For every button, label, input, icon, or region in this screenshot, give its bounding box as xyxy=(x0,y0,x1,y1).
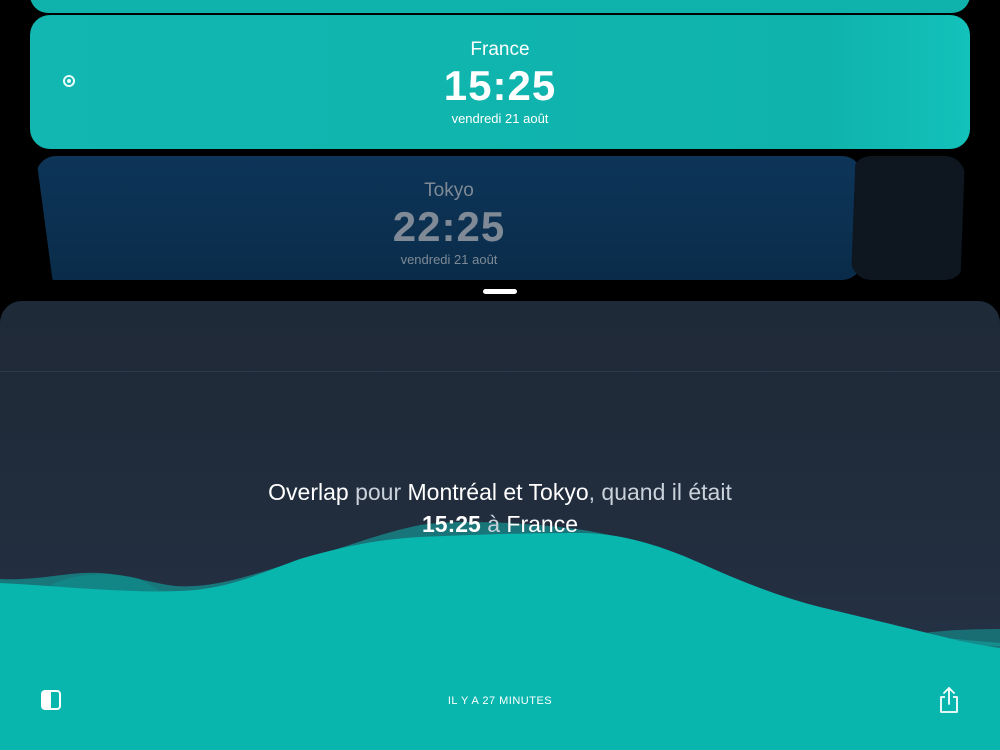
city-date: vendredi 21 août xyxy=(400,252,498,267)
share-icon[interactable] xyxy=(937,686,961,714)
city-time: 15:25 xyxy=(443,62,557,109)
overlap-text-pour: pour xyxy=(348,479,408,505)
radio-dot-icon[interactable] xyxy=(63,75,75,87)
overlap-text-quand: , quand il était xyxy=(588,479,732,505)
city-time: 22:25 xyxy=(392,203,506,250)
next-clock-card[interactable] xyxy=(851,156,965,280)
last-updated-label: IL Y A 27 MINUTES xyxy=(447,695,553,707)
clock-card-france[interactable]: France 15:25 vendredi 21 août xyxy=(30,15,970,149)
overlap-cities: Montréal et Tokyo xyxy=(407,479,589,505)
overlap-panel: Overlap pour Montréal et Tokyo, quand il… xyxy=(0,301,1000,750)
city-date: vendredi 21 août xyxy=(451,111,549,126)
drag-handle[interactable] xyxy=(483,289,517,294)
clock-card-tokyo[interactable]: Tokyo 22:25 vendredi 21 août xyxy=(36,156,862,280)
city-name: France xyxy=(470,39,530,60)
overlap-place: France xyxy=(506,511,578,537)
overlap-description: Overlap pour Montréal et Tokyo, quand il… xyxy=(250,476,750,540)
city-name: Tokyo xyxy=(424,180,474,201)
previous-clock-card[interactable] xyxy=(30,0,970,13)
overlap-text-a: à xyxy=(480,511,507,537)
overlap-title: Overlap xyxy=(268,479,349,505)
overlap-time: 15:25 xyxy=(422,511,481,537)
